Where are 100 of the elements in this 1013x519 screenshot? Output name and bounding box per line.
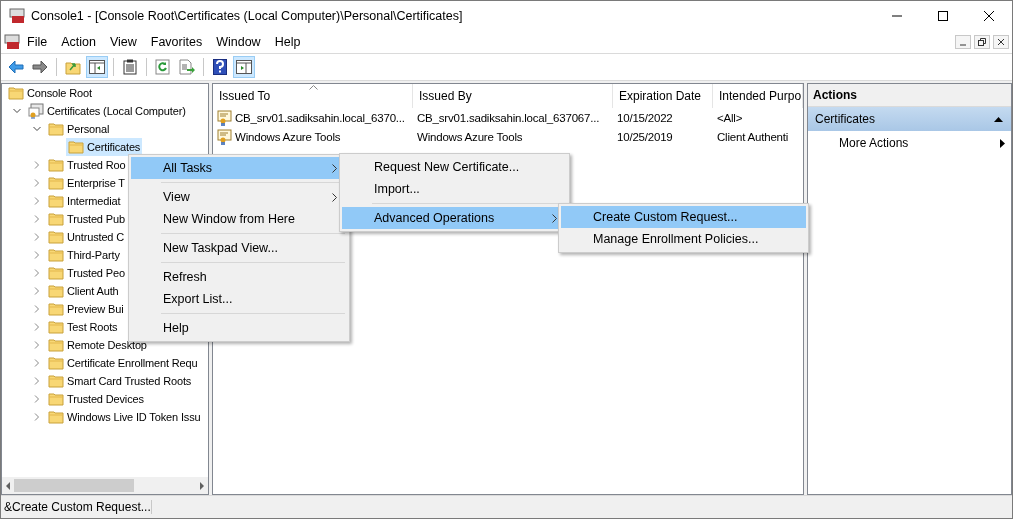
column-header[interactable]: Expiration Date xyxy=(613,84,713,108)
horizontal-scrollbar[interactable] xyxy=(2,477,208,494)
folder-icon xyxy=(48,284,64,298)
collapsed-chevron-icon[interactable] xyxy=(33,341,41,349)
toolbar-button[interactable] xyxy=(86,56,108,78)
tree-item[interactable]: Intermediat xyxy=(46,192,123,210)
tree-item[interactable]: Windows Live ID Token Issu xyxy=(46,408,203,426)
action-pane-icon xyxy=(236,60,252,74)
tree-item[interactable]: Certificates (Local Computer) xyxy=(26,102,188,120)
tree-item[interactable]: Trusted Devices xyxy=(46,390,146,408)
folder-icon xyxy=(48,266,64,280)
collapsed-chevron-icon[interactable] xyxy=(33,215,41,223)
folder-icon xyxy=(48,374,64,388)
scroll-right-icon[interactable] xyxy=(198,481,206,490)
collapsed-chevron-icon[interactable] xyxy=(33,251,41,259)
expanded-chevron-icon[interactable] xyxy=(33,125,41,133)
tree-item[interactable]: Enterprise T xyxy=(46,174,127,192)
tree-item[interactable]: Trusted Roo xyxy=(46,156,128,174)
expanded-chevron-icon[interactable] xyxy=(13,107,21,115)
folder-icon xyxy=(68,140,84,154)
collapsed-chevron-icon[interactable] xyxy=(33,287,41,295)
app-icon xyxy=(4,34,20,50)
menu-item[interactable]: New Taskpad View... xyxy=(131,237,347,259)
action-item[interactable]: More Actions xyxy=(808,131,1011,155)
table-cell: Windows Azure Tools xyxy=(213,127,413,146)
collapsed-chevron-icon[interactable] xyxy=(33,197,41,205)
folder-up-icon xyxy=(65,59,81,75)
folder-icon xyxy=(48,248,64,262)
menu-item[interactable]: Export List... xyxy=(131,288,347,310)
tree-item[interactable]: Trusted Peo xyxy=(46,264,127,282)
collapsed-chevron-icon[interactable] xyxy=(33,377,41,385)
table-cell-text: CB_srv01.sadiksahin.local_637067... xyxy=(416,110,601,126)
status-text: &Create Custom Request... xyxy=(1,500,152,514)
menu-item[interactable]: Import... xyxy=(342,178,567,200)
certificate-store-icon xyxy=(28,103,44,119)
folder-icon xyxy=(48,302,64,316)
tree-item[interactable]: Trusted Pub xyxy=(46,210,127,228)
table-cell-text: 10/15/2022 xyxy=(616,110,674,126)
menu-item[interactable]: Refresh xyxy=(131,266,347,288)
table-cell-text: Client Authenti xyxy=(716,129,790,145)
clipboard-icon xyxy=(123,59,137,75)
folder-icon xyxy=(48,122,64,136)
tree-item[interactable]: Certificates xyxy=(66,138,143,156)
collapsed-chevron-icon[interactable] xyxy=(33,413,41,421)
tree-item[interactable]: Console Root xyxy=(6,84,94,102)
menu-item[interactable]: Create Custom Request... xyxy=(561,206,806,228)
maximize-icon xyxy=(938,11,948,21)
tree-item[interactable]: Smart Card Trusted Roots xyxy=(46,372,194,390)
tree-pane-icon xyxy=(89,60,105,74)
tree-item[interactable]: Test Roots xyxy=(46,318,120,336)
close-button[interactable] xyxy=(993,35,1009,49)
close-icon xyxy=(997,38,1005,46)
folder-icon xyxy=(48,194,64,208)
tree-item[interactable]: Third-Party xyxy=(46,246,122,264)
tree-item[interactable]: Untrusted C xyxy=(46,228,127,246)
menu-item[interactable]: View xyxy=(102,32,144,52)
collapsed-chevron-icon[interactable] xyxy=(33,161,41,169)
tree-item[interactable]: Preview Bui xyxy=(46,300,126,318)
toolbar-button[interactable] xyxy=(233,56,255,78)
window-title: Console1 - [Console Root\Certificates (Local Computer)\Personal\Certificates] xyxy=(31,9,464,23)
menu-item[interactable]: Action xyxy=(54,32,103,52)
collapsed-chevron-icon[interactable] xyxy=(33,179,41,187)
collapsed-chevron-icon[interactable] xyxy=(33,233,41,241)
scroll-left-icon[interactable] xyxy=(4,481,12,490)
table-cell-text: <All> xyxy=(716,110,744,126)
tree-item[interactable]: Client Auth xyxy=(46,282,121,300)
collapse-triangle-icon xyxy=(994,116,1003,122)
column-header[interactable]: Intended Purpo xyxy=(713,84,803,108)
actions-section[interactable]: Certificates xyxy=(808,107,1011,131)
collapsed-chevron-icon[interactable] xyxy=(33,359,41,367)
collapsed-chevron-icon[interactable] xyxy=(33,305,41,313)
folder-icon xyxy=(48,230,64,244)
refresh-icon xyxy=(155,59,171,75)
folder-icon xyxy=(48,392,64,406)
menu-item[interactable]: Help xyxy=(131,317,347,339)
column-header[interactable]: Issued By xyxy=(413,84,613,108)
certificate-icon xyxy=(217,109,233,126)
restore-icon xyxy=(978,38,986,46)
back-arrow-icon xyxy=(8,60,24,74)
menu-item[interactable]: Help xyxy=(267,32,308,52)
certificate-icon xyxy=(217,128,233,145)
restore-button[interactable] xyxy=(974,35,990,49)
menu-item[interactable]: File xyxy=(20,32,55,52)
menu-item[interactable]: Manage Enrollment Policies... xyxy=(561,228,806,250)
menu-item[interactable]: Favorites xyxy=(143,32,210,52)
collapsed-chevron-icon[interactable] xyxy=(33,323,41,331)
tree-item[interactable]: Remote Desktop xyxy=(46,336,149,354)
table-cell-text: Windows Azure Tools xyxy=(416,129,524,145)
column-header[interactable]: Issued To xyxy=(213,84,413,108)
folder-icon xyxy=(48,212,64,226)
tree-item[interactable]: Personal xyxy=(46,120,112,138)
collapsed-chevron-icon[interactable] xyxy=(33,395,41,403)
table-cell-text: 10/25/2019 xyxy=(616,129,674,145)
folder-icon xyxy=(48,338,64,352)
actions-header: Actions xyxy=(808,84,1011,107)
tree-item[interactable]: Certificate Enrollment Requ xyxy=(46,354,200,372)
export-list-icon xyxy=(179,59,195,75)
app-icon xyxy=(9,8,25,24)
menu-item[interactable]: Window xyxy=(209,32,268,52)
collapsed-chevron-icon[interactable] xyxy=(33,269,41,277)
